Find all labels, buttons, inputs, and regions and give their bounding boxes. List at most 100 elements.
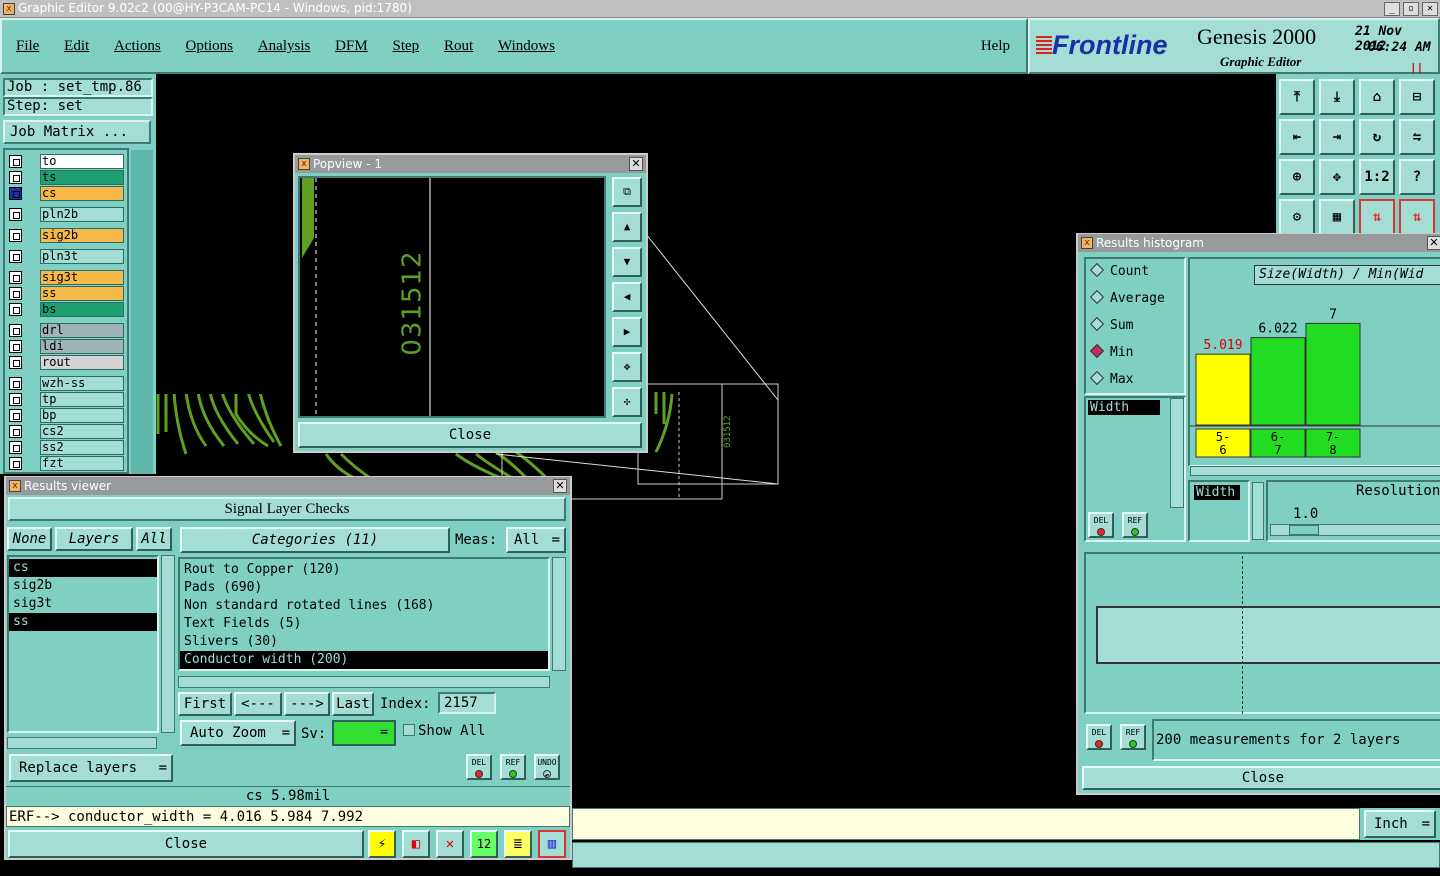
popview-left-icon[interactable]: ◀ — [612, 282, 642, 312]
menu-analysis[interactable]: Analysis — [258, 38, 311, 55]
category-item[interactable]: Pads (690) — [180, 579, 548, 597]
layer-row-tp[interactable]: tp — [6, 392, 124, 407]
red-split-icon[interactable]: ⇅ — [1359, 199, 1395, 235]
layer-checkbox[interactable] — [9, 208, 22, 221]
move-icon[interactable]: ✥ — [1319, 159, 1355, 195]
layer-checkbox[interactable] — [9, 425, 22, 438]
layer-checkbox[interactable] — [9, 287, 22, 300]
layer-name[interactable]: ss — [40, 286, 124, 301]
center-icon[interactable]: ⊕ — [1279, 159, 1315, 195]
popview-close-x[interactable]: ✕ — [629, 157, 643, 171]
one-to-two-icon[interactable]: 1:2 — [1359, 159, 1395, 195]
layer-checkbox[interactable] — [9, 377, 22, 390]
erase-icon[interactable]: ◧ — [402, 830, 430, 858]
categories-hscroll[interactable] — [178, 676, 550, 688]
menu-help[interactable]: Help — [981, 38, 1010, 55]
result-layer-item[interactable]: sig2b — [9, 577, 157, 595]
layer-row-cs2[interactable]: cs2 — [6, 424, 124, 439]
option-max[interactable]: Max — [1089, 370, 1133, 387]
layer-name[interactable]: fzt — [40, 456, 124, 471]
layer-row-sig3t[interactable]: sig3t — [6, 270, 124, 285]
layer-results-scrollbar[interactable] — [161, 555, 175, 733]
layer-name[interactable]: pln2b — [40, 207, 124, 222]
categories-list[interactable]: Rout to Copper (120) Pads (690) Non standa… — [178, 557, 550, 671]
layer-name[interactable]: bp — [40, 408, 124, 423]
popview-right-icon[interactable]: ▶ — [612, 317, 642, 347]
layer-name[interactable]: sig3t — [40, 270, 124, 285]
layer-checkbox[interactable] — [9, 409, 22, 422]
histogram-bar[interactable] — [1195, 353, 1251, 426]
menu-file[interactable]: File — [16, 38, 39, 55]
reference-off-icon[interactable]: ✕ — [436, 830, 464, 858]
layer-name[interactable]: pln3t — [40, 249, 124, 264]
layer-checkbox[interactable] — [9, 229, 22, 242]
undo-button[interactable]: UNDO ↶ — [534, 754, 560, 780]
prev-button[interactable]: <--- — [234, 692, 282, 716]
resolution-scrollbar[interactable] — [1252, 482, 1264, 540]
layer-checkbox[interactable] — [9, 340, 22, 353]
popview-up-icon[interactable]: ▲ — [612, 212, 642, 242]
layer-results-list[interactable]: cs sig2b sig3t ss — [7, 555, 159, 733]
result-layer-item[interactable]: sig3t — [9, 595, 157, 613]
units-dropdown[interactable]: Inch = — [1364, 810, 1436, 838]
popview-close-button[interactable]: Close — [298, 422, 642, 448]
option-count[interactable]: Count — [1089, 262, 1149, 279]
layer-name[interactable]: cs — [40, 186, 124, 201]
resolution-slider-thumb[interactable] — [1289, 525, 1319, 535]
width-list-scrollbar[interactable] — [1170, 398, 1184, 508]
popview-canvas[interactable]: 031512 — [298, 176, 606, 418]
layer-control-icon[interactable]: ⚙ — [1279, 199, 1315, 235]
command-line[interactable] — [572, 808, 1360, 840]
width-item[interactable]: Width — [1088, 400, 1160, 415]
resolution-slider[interactable] — [1270, 524, 1440, 536]
histogram-ref2-button[interactable]: REF — [1120, 724, 1146, 750]
histogram-bar[interactable] — [1250, 337, 1306, 426]
red-split2-icon[interactable]: ⇅ — [1399, 199, 1435, 235]
option-average[interactable]: Average — [1089, 289, 1165, 306]
layer-row-ts[interactable]: ts — [6, 170, 124, 185]
layer-checkbox[interactable] — [9, 393, 22, 406]
layer-row-cs[interactable]: cs — [6, 186, 124, 201]
layer-name[interactable]: bs — [40, 302, 124, 317]
zoom-out-icon[interactable]: ⤓ — [1319, 79, 1355, 115]
popview-down-icon[interactable]: ▼ — [612, 247, 642, 277]
layer-row-sig2b[interactable]: sig2b — [6, 228, 124, 243]
minimize-button[interactable]: _ — [1384, 2, 1400, 16]
categories-scrollbar[interactable] — [552, 557, 566, 671]
rotate-icon[interactable]: ↻ — [1359, 119, 1395, 155]
layer-checkbox[interactable] — [9, 250, 22, 263]
result-layer-item[interactable]: ss — [9, 613, 157, 631]
layer-name[interactable]: tp — [40, 392, 124, 407]
maximize-button[interactable]: ▫ — [1403, 2, 1419, 16]
layer-row-fzt[interactable]: fzt — [6, 456, 124, 471]
last-button[interactable]: Last — [332, 692, 374, 716]
option-sum[interactable]: Sum — [1089, 316, 1133, 333]
layer-checkbox[interactable] — [9, 457, 22, 470]
category-item[interactable]: Rout to Copper (120) — [180, 561, 548, 579]
layer-name[interactable]: sig2b — [40, 228, 124, 243]
menu-rout[interactable]: Rout — [444, 38, 473, 55]
show-all-checkbox[interactable] — [403, 724, 415, 736]
layer-name[interactable]: to — [40, 154, 124, 169]
home-icon[interactable]: ⌂ — [1359, 79, 1395, 115]
step-counter-icon[interactable]: 12 — [470, 830, 498, 858]
results-viewer-close-x[interactable]: ✕ — [553, 479, 567, 493]
menu-step[interactable]: Step — [393, 38, 420, 55]
layer-row-ss2[interactable]: ss2 — [6, 440, 124, 455]
popview-fit-icon[interactable]: ⧉ — [612, 177, 642, 207]
menu-windows[interactable]: Windows — [498, 38, 555, 55]
layer-checkbox[interactable] — [9, 171, 22, 184]
histogram-hscroll[interactable] — [1190, 466, 1440, 476]
layer-name[interactable]: rout — [40, 355, 124, 370]
auto-zoom-dropdown[interactable]: Auto Zoom = — [180, 720, 296, 746]
category-item[interactable]: Conductor width (200) — [180, 651, 548, 669]
layer-checkbox[interactable] — [9, 356, 22, 369]
layer-row-bs[interactable]: bs — [6, 302, 124, 317]
category-item[interactable]: Slivers (30) — [180, 633, 548, 651]
histogram-bar[interactable] — [1305, 322, 1361, 426]
popview-expand-icon[interactable]: ✥ — [612, 352, 642, 382]
category-item[interactable]: Non standard rotated lines (168) — [180, 597, 548, 615]
ref-button[interactable]: REF — [500, 754, 526, 780]
category-item[interactable]: Text Fields (5) — [180, 615, 548, 633]
layer-row-bp[interactable]: bp — [6, 408, 124, 423]
